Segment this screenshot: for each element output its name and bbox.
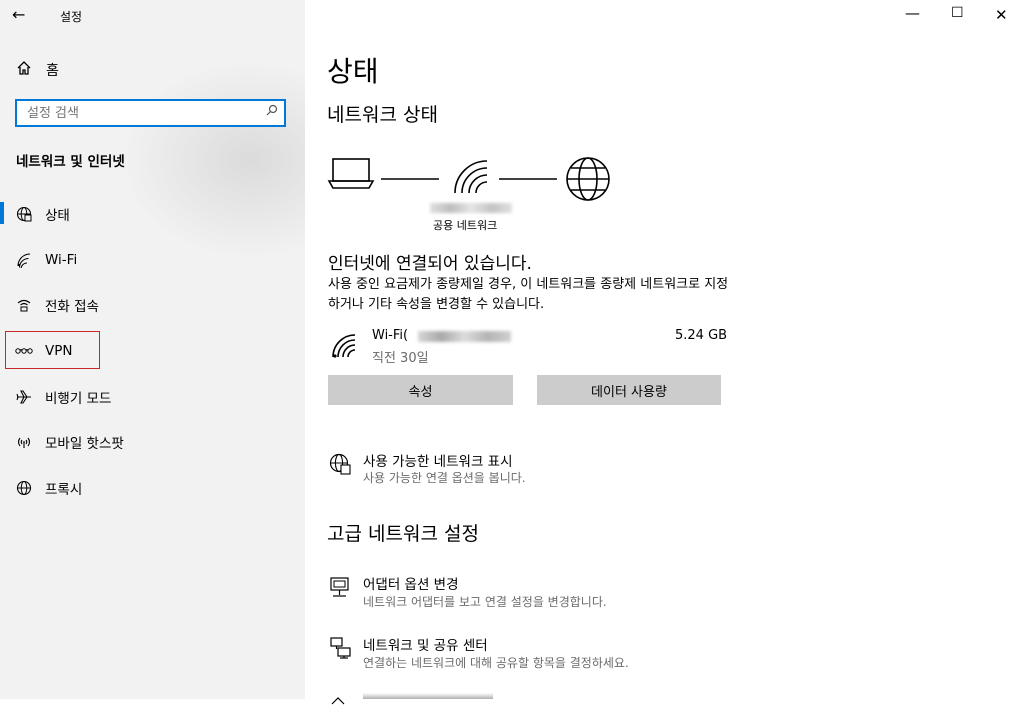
sidebar-item-vpn[interactable]: VPN <box>0 331 305 371</box>
hotspot-icon <box>15 433 33 451</box>
redacted-ssid <box>418 331 511 342</box>
laptop-icon <box>327 158 375 189</box>
page-title: 상태 <box>327 55 379 88</box>
airplane-icon <box>15 388 33 406</box>
sidebar-item-hotspot[interactable]: 모바일 핫스팟 <box>0 422 305 462</box>
sidebar-item-airplane[interactable]: 비행기 모드 <box>0 377 305 417</box>
sidebar-item-label: 상태 <box>45 208 70 224</box>
show-networks-link[interactable]: 사용 가능한 네트워크 표시 <box>363 450 513 470</box>
home-label: 홈 <box>46 63 59 79</box>
search-box[interactable] <box>15 99 286 127</box>
sharing-center-subtitle: 연결하는 네트워크에 대해 공유할 항목을 결정하세요. <box>363 656 629 670</box>
globe-status-icon <box>15 205 33 223</box>
sidebar: ← 설정 홈 네트워크 및 인터넷 상태 Wi-Fi 전화 접속 <box>0 0 305 699</box>
sidebar-item-proxy[interactable]: 프록시 <box>0 468 305 508</box>
network-status-heading: 네트워크 상태 <box>327 104 438 126</box>
connection-name: Wi-Fi( <box>372 328 409 343</box>
wifi-connection-icon <box>332 334 356 358</box>
sharing-center-icon <box>329 636 353 664</box>
search-input[interactable] <box>17 101 267 125</box>
sidebar-item-label: 비행기 모드 <box>45 391 112 407</box>
home-icon <box>16 60 34 80</box>
app-title: 설정 <box>60 10 83 24</box>
globe-icon <box>15 479 33 497</box>
metered-description: 사용 중인 요금제가 종량제일 경우, 이 네트워크를 종량제 네트워크로 지정… <box>328 277 729 312</box>
close-button[interactable]: ✕ <box>995 6 1008 24</box>
wifi-icon <box>15 251 33 269</box>
connection-status-text: 인터넷에 연결되어 있습니다. <box>328 254 532 274</box>
sidebar-item-status[interactable]: 상태 <box>0 194 305 234</box>
data-usage-amount: 5.24 GB <box>675 328 728 343</box>
sidebar-item-wifi[interactable]: Wi-Fi <box>0 240 305 280</box>
sidebar-item-label: 프록시 <box>45 482 83 498</box>
maximize-button[interactable]: ☐ <box>951 5 964 21</box>
globe-network-icon <box>329 453 351 479</box>
sharing-center-link[interactable]: 네트워크 및 공유 센터 <box>363 634 488 654</box>
sidebar-item-dialup[interactable]: 전화 접속 <box>0 285 305 325</box>
sidebar-item-label: 전화 접속 <box>45 299 99 315</box>
section-title: 네트워크 및 인터넷 <box>16 154 125 170</box>
adapter-options-link[interactable]: 어댑터 옵션 변경 <box>363 573 459 593</box>
show-networks-subtitle: 사용 가능한 연결 옵션을 봅니다. <box>363 471 526 485</box>
network-type-label: 공용 네트워크 <box>433 219 498 232</box>
search-icon[interactable] <box>266 104 278 120</box>
minimize-button[interactable]: — <box>905 4 920 22</box>
selection-indicator <box>0 202 4 224</box>
title-bar: ← 설정 <box>0 0 305 32</box>
data-usage-button[interactable]: 데이터 사용량 <box>537 375 721 405</box>
wifi-signal-icon <box>454 160 488 194</box>
network-diagram <box>327 157 610 201</box>
back-arrow-icon[interactable]: ← <box>12 5 25 24</box>
partial-row-cutoff <box>363 693 493 699</box>
home-link[interactable]: 홈 <box>16 60 59 80</box>
adapter-options-subtitle: 네트워크 어댑터를 보고 연결 설정을 변경합니다. <box>363 595 607 609</box>
dialup-icon <box>15 296 33 314</box>
redacted-network-name <box>430 203 512 213</box>
globe-internet-icon <box>566 157 610 201</box>
properties-button[interactable]: 속성 <box>328 375 513 405</box>
adapter-icon <box>329 576 351 604</box>
usage-period: 직전 30일 <box>372 351 429 366</box>
troubleshooter-icon <box>329 690 351 709</box>
advanced-settings-heading: 고급 네트워크 설정 <box>327 523 479 545</box>
sidebar-item-label: Wi-Fi <box>45 252 78 268</box>
sidebar-item-label: 모바일 핫스팟 <box>45 436 124 452</box>
sidebar-item-label: VPN <box>45 343 73 359</box>
vpn-icon <box>15 342 33 360</box>
